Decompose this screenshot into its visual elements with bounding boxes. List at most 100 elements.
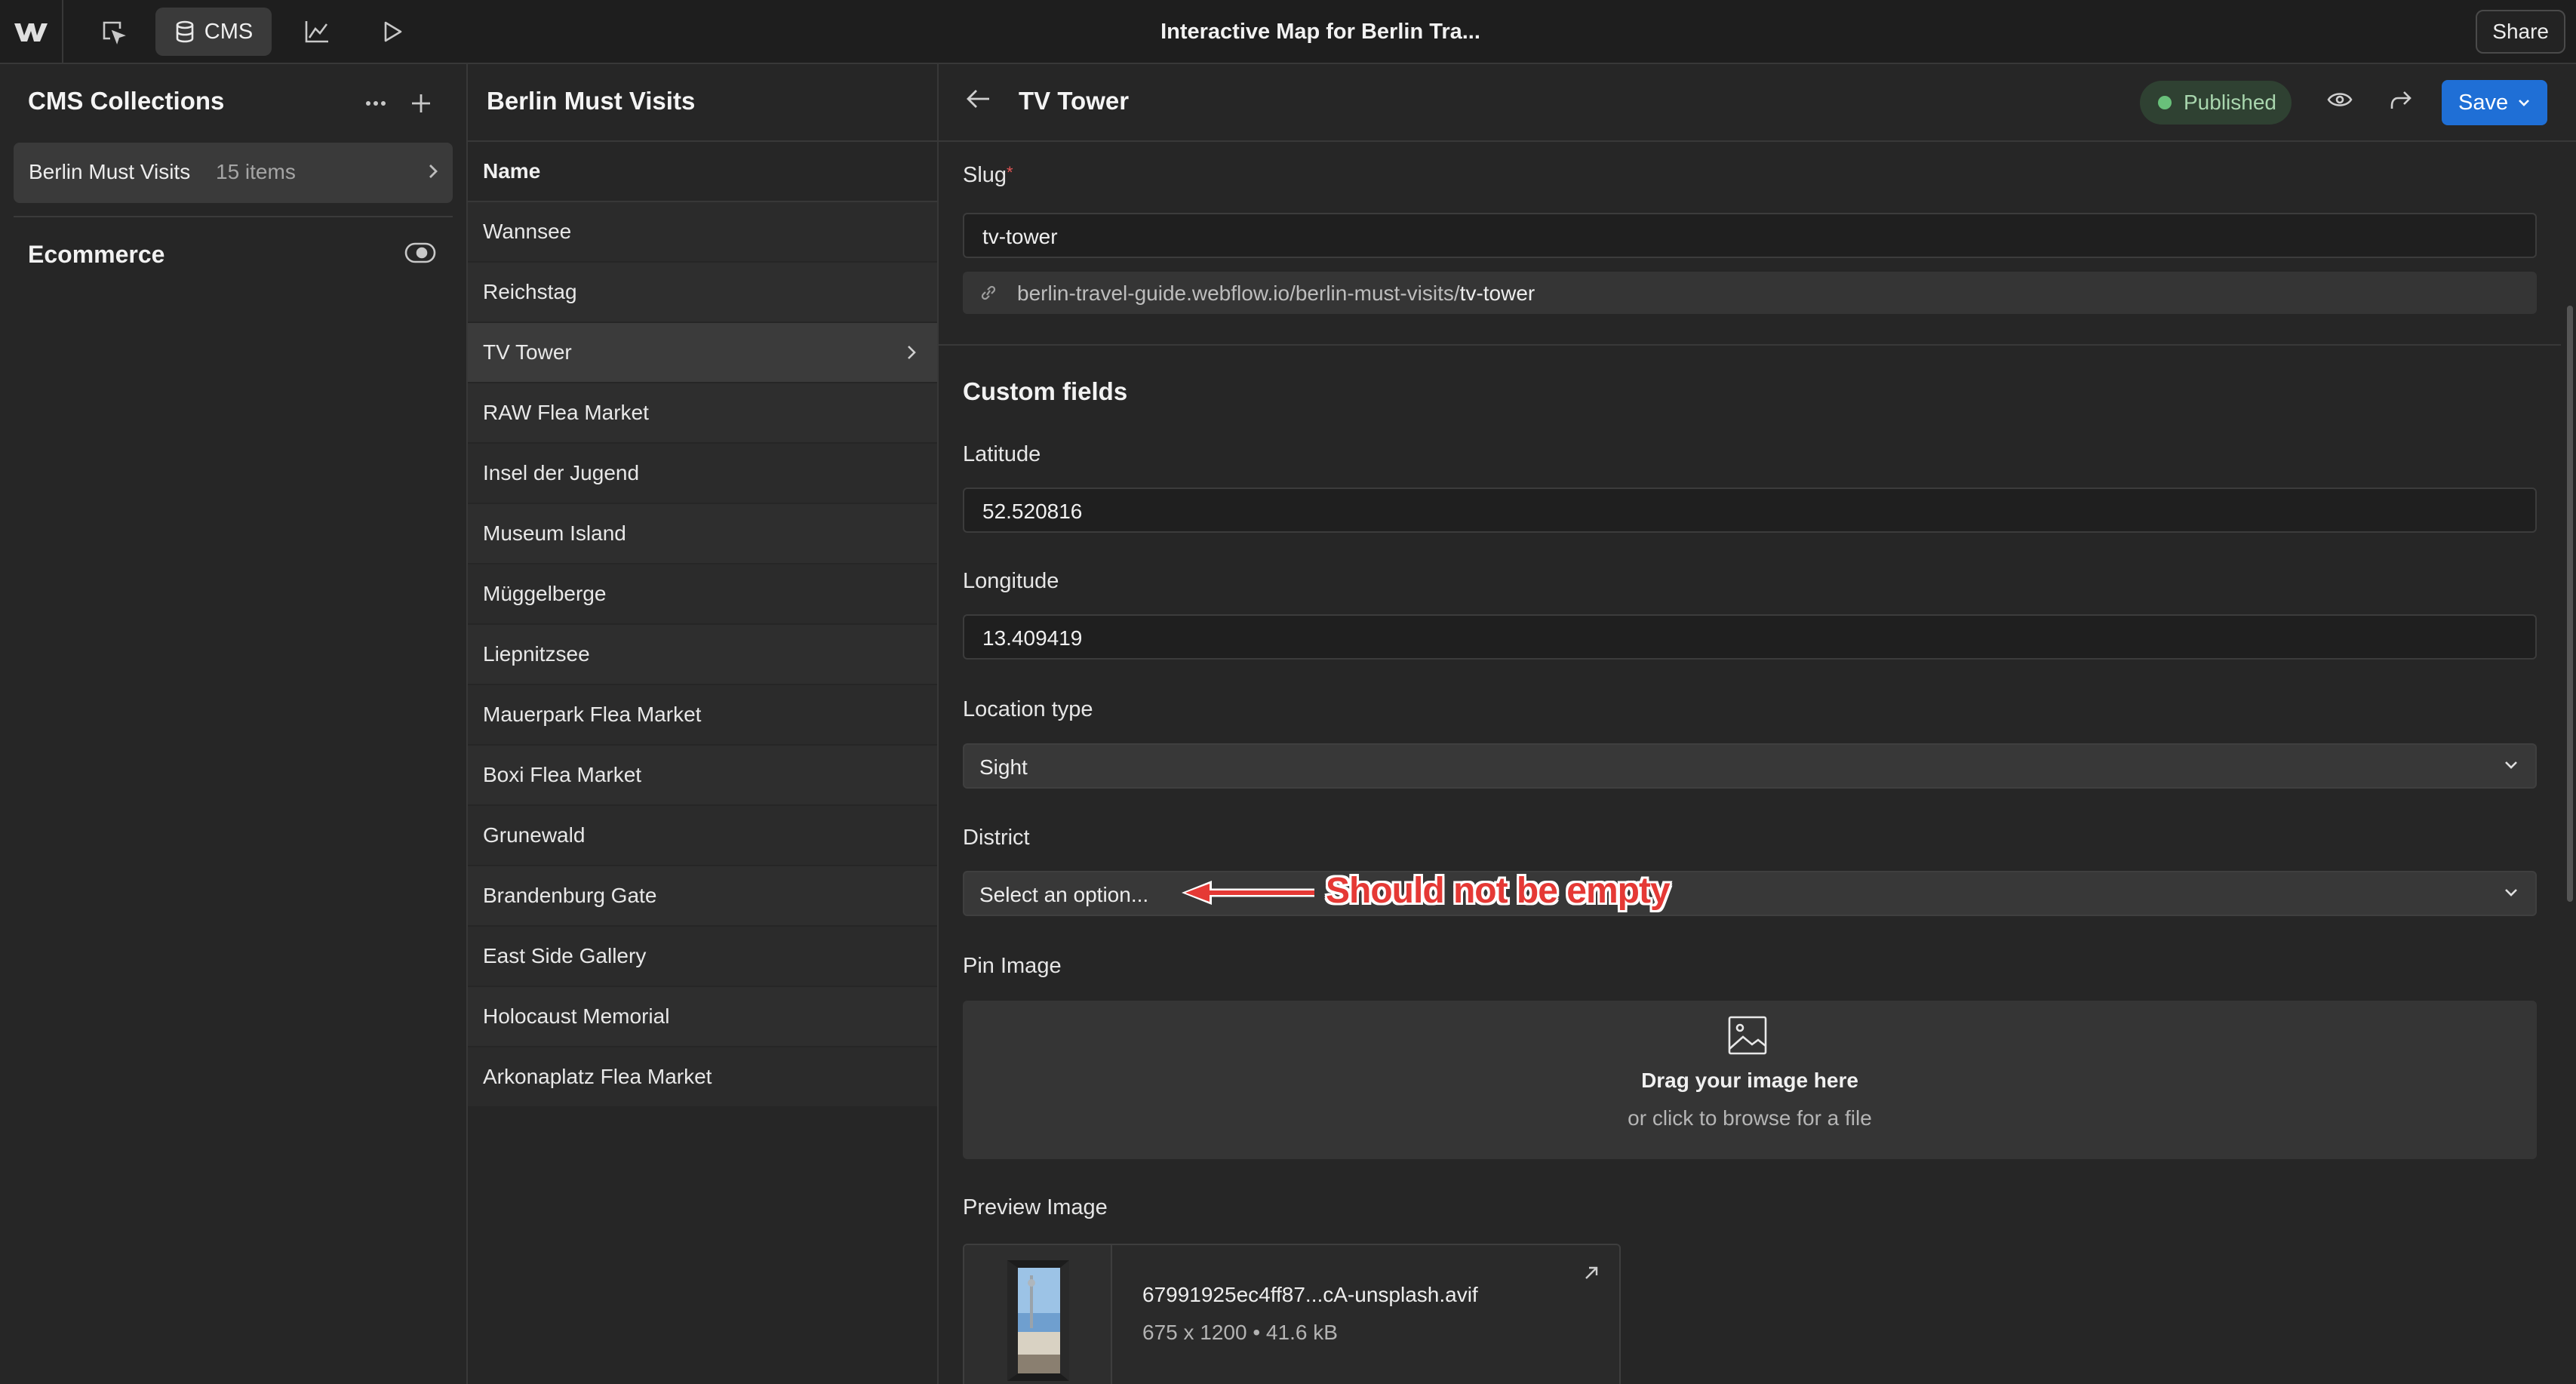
location-type-value: Sight [979,755,1028,779]
list-item-label: Brandenburg Gate [483,884,657,907]
list-item[interactable]: Wannsee [468,202,937,263]
editor-header: TV Tower Published Save [939,64,2576,142]
column-header-name[interactable]: Name [468,142,937,202]
collections-header: CMS Collections [0,64,466,140]
url-prefix: berlin-travel-guide.webflow.io/berlin-mu… [1017,281,1460,305]
top-bar: CMS Interactive Map for Berlin Tra... Sh… [0,0,2576,64]
annotation-text: Should not be empty [1326,871,1671,911]
scrollbar[interactable] [2567,306,2573,902]
latitude-input[interactable]: 52.520816 [963,487,2537,533]
list-item-label: Mauerpark Flea Market [483,703,702,726]
list-item[interactable]: Müggelberge [468,564,937,625]
ecommerce-label: Ecommerce [28,241,165,268]
location-type-select[interactable]: Sight [963,743,2537,789]
url-slug: tv-tower [1459,281,1535,305]
list-item-label: Holocaust Memorial [483,1004,670,1028]
preview-image-label: Preview Image [963,1195,1108,1219]
more-options-icon[interactable] [361,88,391,118]
list-item[interactable]: Reichstag [468,263,937,323]
annotation-arrow-icon [1179,878,1318,908]
list-item-label: East Side Gallery [483,944,647,967]
collections-panel: CMS Collections Berlin Must Visits 15 it… [0,64,468,1384]
cms-tab-label: CMS [204,19,254,44]
status-dot-icon [2158,96,2172,109]
chevron-right-icon [427,161,439,182]
webflow-logo-icon[interactable] [0,0,63,63]
link-icon [979,284,998,301]
analytics-chart-icon[interactable] [294,8,340,56]
list-item[interactable]: Brandenburg Gate [468,866,937,927]
slug-input[interactable]: tv-tower [963,213,2537,258]
database-icon [174,20,195,43]
open-external-icon[interactable] [1583,1265,1600,1281]
items-title: Berlin Must Visits [487,87,696,115]
list-item-selected[interactable]: TV Tower [468,323,937,383]
add-collection-icon[interactable] [406,88,436,118]
slug-value: tv-tower [982,225,1058,248]
list-item-label: Wannsee [483,220,572,243]
chevron-down-icon [2504,887,2519,898]
list-item[interactable]: Liepnitzsee [468,625,937,685]
status-label: Published [2184,91,2276,114]
chevron-down-icon [2504,760,2519,770]
item-editor: TV Tower Published Save Slug* tv-tower b… [939,64,2576,1384]
chevron-down-icon [2517,98,2531,107]
preview-image-card[interactable]: 67991925ec4ff87...cA-unsplash.avif 675 x… [963,1244,1621,1384]
list-item[interactable]: Arkonaplatz Flea Market [468,1047,937,1108]
preview-file-name: 67991925ec4ff87...cA-unsplash.avif [1142,1283,1478,1306]
collection-name: Berlin Must Visits [29,160,191,183]
list-item-label: Insel der Jugend [483,461,640,484]
site-title: Interactive Map for Berlin Tra... [1160,19,1480,44]
play-preview-icon[interactable] [370,8,415,56]
collection-item-berlin-must-visits[interactable]: Berlin Must Visits 15 items [14,143,453,203]
longitude-value: 13.409419 [982,626,1083,650]
designer-cursor-icon[interactable] [91,8,136,56]
collection-count: 15 items [216,160,296,183]
list-item-label: TV Tower [483,340,572,364]
preview-file-meta: 675 x 1200 • 41.6 kB [1142,1321,1338,1344]
visibility-toggle-icon[interactable] [404,242,436,263]
required-marker: * [1007,163,1013,182]
district-placeholder: Select an option... [979,883,1149,906]
save-button[interactable]: Save [2442,80,2548,125]
list-item[interactable]: Boxi Flea Market [468,746,937,806]
list-item[interactable]: Museum Island [468,504,937,564]
items-panel: Berlin Must Visits Name Wannsee Reichsta… [468,64,939,1384]
list-item-label: Grunewald [483,823,586,847]
item-url[interactable]: berlin-travel-guide.webflow.io/berlin-mu… [963,272,2537,314]
status-badge[interactable]: Published [2140,81,2292,125]
chevron-right-icon [905,343,918,362]
list-item[interactable]: Holocaust Memorial [468,987,937,1047]
divider [939,344,2561,346]
share-arrow-icon[interactable] [2389,89,2413,112]
list-item[interactable]: RAW Flea Market [468,383,937,444]
latitude-label: Latitude [963,442,1041,466]
list-item-label: Müggelberge [483,582,607,605]
collections-title: CMS Collections [28,87,225,115]
list-item-label: Arkonaplatz Flea Market [483,1065,712,1088]
preview-thumbnail [964,1245,1112,1384]
list-item-label: Museum Island [483,521,626,545]
custom-fields-title: Custom fields [963,377,1128,405]
items-list: Wannsee Reichstag TV Tower RAW Flea Mark… [468,202,937,1108]
item-url-text: berlin-travel-guide.webflow.io/berlin-mu… [1017,281,1535,306]
longitude-input[interactable]: 13.409419 [963,614,2537,660]
list-item[interactable]: Mauerpark Flea Market [468,685,937,746]
back-arrow-icon[interactable] [966,87,991,111]
list-item-label: Liepnitzsee [483,642,590,666]
item-title: TV Tower [1019,87,1130,115]
list-item[interactable]: Grunewald [468,806,937,866]
column-header-label: Name [483,159,541,183]
items-header: Berlin Must Visits [468,64,937,142]
list-item[interactable]: Insel der Jugend [468,444,937,504]
slug-label: Slug* [963,163,1013,187]
cms-tab[interactable]: CMS [155,8,272,56]
share-button[interactable]: Share [2476,10,2565,54]
preview-eye-icon[interactable] [2327,91,2353,109]
longitude-label: Longitude [963,569,1059,593]
save-button-label: Save [2458,90,2509,115]
image-placeholder-icon [1726,1014,1769,1056]
list-item-label: RAW Flea Market [483,401,649,424]
list-item[interactable]: East Side Gallery [468,927,937,987]
pin-image-dropzone[interactable]: Drag your image here or click to browse … [963,1001,2537,1159]
